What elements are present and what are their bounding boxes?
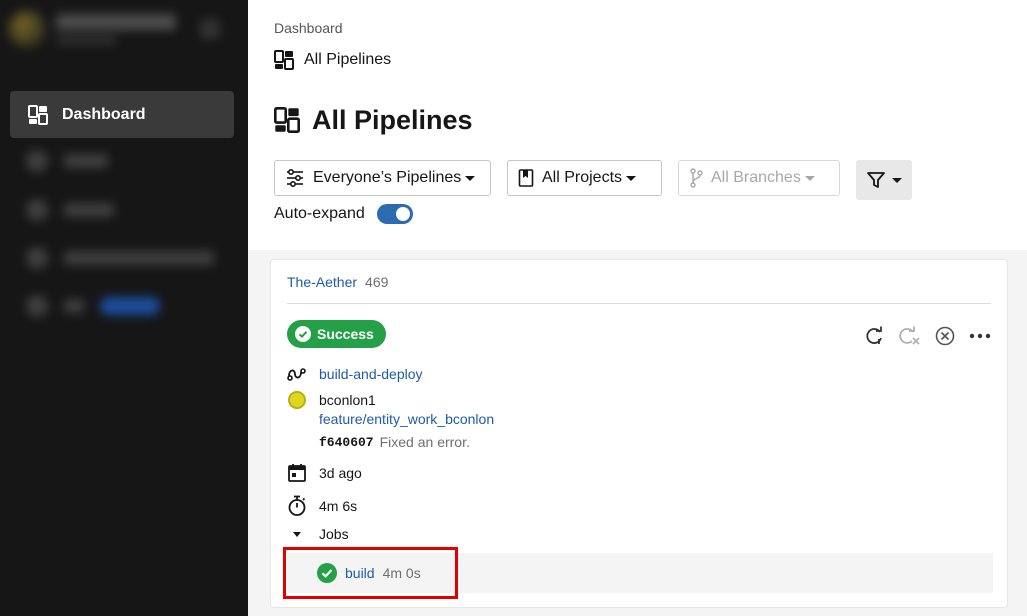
workflow-icon (287, 368, 306, 381)
jobs-toggle[interactable]: Jobs (287, 526, 349, 542)
stopwatch-icon (288, 495, 306, 516)
time-ago: 3d ago (319, 465, 362, 481)
sliders-icon (287, 169, 303, 187)
org-switch-icon[interactable] (200, 19, 220, 39)
chevron-down-icon (626, 175, 637, 181)
breadcrumb[interactable]: Dashboard (274, 20, 343, 36)
projects-filter-dropdown[interactable]: All Projects (507, 160, 662, 196)
page-title-text: All Pipelines (312, 105, 473, 135)
avatar (288, 391, 306, 409)
dashboard-icon (28, 104, 48, 125)
sidebar-item-projects[interactable] (26, 150, 108, 172)
more-options-icon[interactable] (969, 326, 991, 346)
dashboard-icon (274, 106, 300, 133)
workflow-link[interactable]: build-and-deploy (319, 366, 423, 382)
branch-row: feature/entity_work_bconlon (319, 411, 494, 427)
plan-icon (26, 295, 48, 317)
plan-badge (100, 297, 160, 315)
sidebar-item-dashboard[interactable]: Dashboard (10, 91, 234, 138)
org-logo (8, 10, 46, 48)
settings-icon (26, 247, 48, 269)
auto-expand-control: Auto-expand (274, 204, 413, 224)
pipeline-actions (865, 326, 991, 346)
branches-filter-dropdown[interactable]: All Branches (678, 160, 840, 196)
org-name (56, 14, 176, 30)
rerun-failed-icon[interactable] (899, 326, 921, 346)
filter-icon (867, 172, 885, 188)
sidebar-item-insights[interactable] (26, 199, 114, 221)
main-content: Dashboard All Pipelines All Pipelines Ev… (248, 0, 1027, 616)
dashboard-icon (274, 50, 294, 70)
breadcrumb-current-label: All Pipelines (304, 51, 392, 68)
duration: 4m 6s (319, 498, 358, 514)
breadcrumb-current: All Pipelines (274, 50, 391, 70)
projects-filter-label: All Projects (542, 169, 623, 186)
sidebar-item-label (64, 299, 84, 313)
commit-sha[interactable]: f640607 (319, 435, 374, 450)
sidebar-item-label (64, 203, 114, 217)
auto-expand-toggle[interactable] (376, 204, 413, 224)
page-header: Dashboard All Pipelines All Pipelines Ev… (248, 0, 1027, 250)
calendar-icon (288, 464, 306, 482)
sidebar: Dashboard (0, 0, 248, 616)
duration-row: 4m 6s (287, 495, 357, 517)
status-badge[interactable]: Success (287, 320, 386, 348)
advanced-filter-button[interactable] (856, 160, 912, 200)
org-brand[interactable] (8, 10, 220, 48)
caret-down-icon (293, 531, 301, 537)
bookmark-icon (518, 169, 534, 187)
divider (287, 303, 991, 304)
sidebar-item-settings[interactable] (26, 247, 214, 269)
sidebar-item-plan[interactable] (26, 295, 160, 317)
commit-message: Fixed an error. (379, 434, 470, 450)
time-row: 3d ago (287, 463, 362, 483)
user-name: bconlon1 (319, 392, 376, 408)
commit-row: f640607 Fixed an error. (319, 434, 470, 450)
auto-expand-label: Auto-expand (274, 205, 365, 222)
workflow-row: build-and-deploy (287, 366, 423, 382)
pipeline-number: 469 (365, 274, 389, 290)
projects-icon (26, 150, 48, 172)
chevron-down-icon (804, 175, 815, 181)
org-subtitle (56, 36, 116, 44)
pipelines-filter-dropdown[interactable]: Everyone’s Pipelines (274, 160, 491, 196)
status-label: Success (317, 326, 374, 342)
jobs-label: Jobs (319, 526, 349, 542)
branch-icon (690, 168, 703, 188)
chevron-down-icon (892, 177, 902, 183)
sidebar-item-label (64, 251, 214, 265)
cancel-icon[interactable] (935, 326, 955, 346)
user-row: bconlon1 (287, 391, 376, 409)
pipelines-filter-label: Everyone’s Pipelines (313, 169, 462, 186)
sidebar-item-label: Dashboard (62, 105, 146, 123)
insights-icon (26, 199, 48, 221)
check-circle-icon (295, 326, 311, 342)
sidebar-item-label (64, 154, 108, 168)
page-title: All Pipelines (274, 104, 473, 135)
project-link[interactable]: The-Aether (287, 274, 357, 290)
highlight-box (283, 547, 458, 599)
branches-filter-label: All Branches (711, 169, 801, 186)
pipeline-header: The-Aether 469 (287, 274, 388, 290)
branch-link[interactable]: feature/entity_work_bconlon (319, 411, 494, 427)
chevron-down-icon (465, 175, 476, 181)
rerun-icon[interactable] (865, 326, 885, 346)
